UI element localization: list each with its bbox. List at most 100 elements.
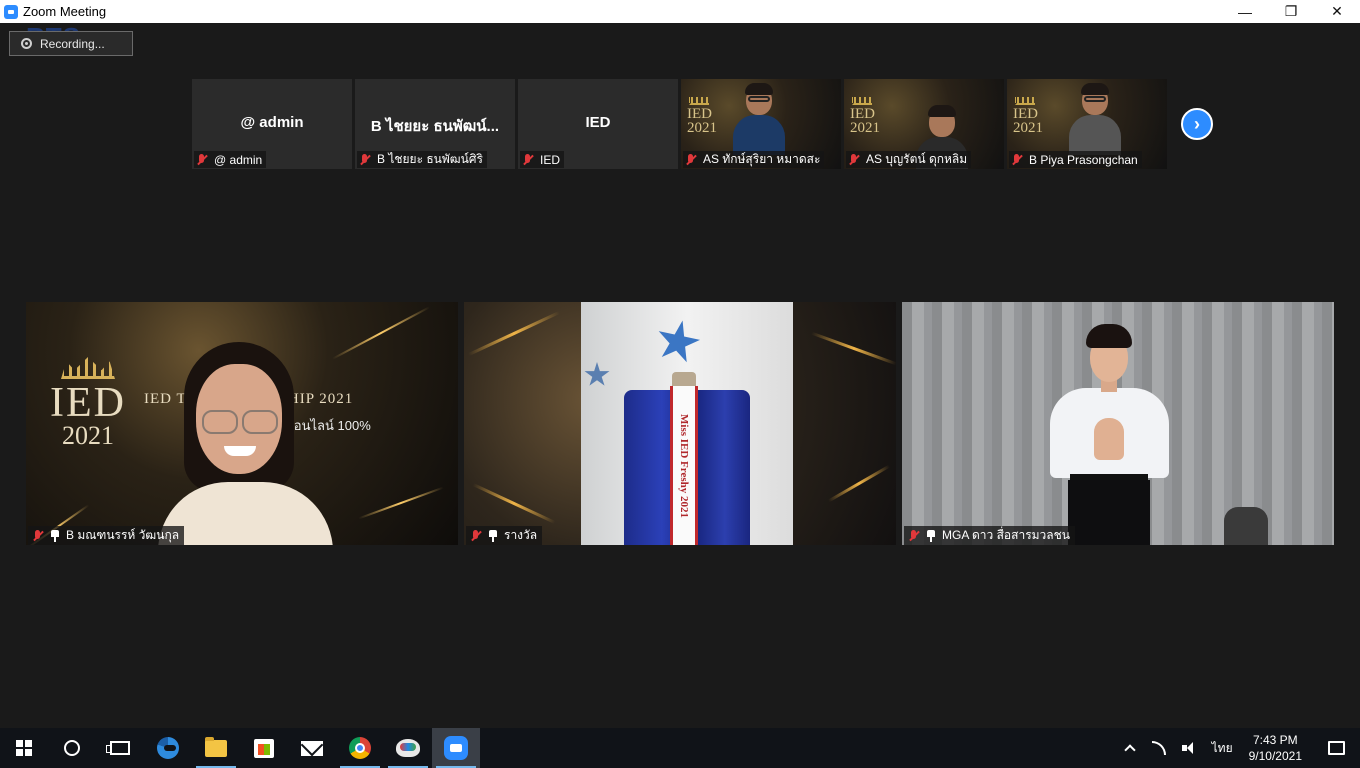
ied-backdrop-logo: IED 2021: [850, 97, 880, 136]
task-view-button[interactable]: [96, 728, 144, 768]
windows-taskbar: ไทย 7:43 PM 9/10/2021: [0, 728, 1360, 768]
system-tray: ไทย 7:43 PM 9/10/2021: [1116, 728, 1360, 768]
light-streak: [811, 331, 896, 366]
window-controls: — ❐ ✕: [1222, 0, 1360, 23]
next-page-button[interactable]: ›: [1181, 108, 1213, 140]
recording-label: Recording...: [40, 36, 105, 51]
participant-label: B Piya Prasongchan: [1009, 151, 1142, 168]
muted-mic-icon: [1011, 153, 1023, 166]
participant-label-text: @ admin: [214, 152, 263, 167]
clock-date: 9/10/2021: [1248, 749, 1302, 763]
pin-icon: [50, 529, 60, 542]
gallery-video-tile[interactable]: IED 2021 IED THE LEADERSHIP 2021 ออนไลน์…: [26, 302, 458, 545]
zoom-app[interactable]: [432, 728, 480, 768]
show-hidden-icons-icon[interactable]: [1123, 744, 1136, 756]
pin-icon: [926, 529, 936, 542]
participant-person: [158, 342, 333, 545]
participant-label: รางวัล: [466, 526, 543, 545]
light-streak: [827, 464, 891, 503]
close-button[interactable]: ✕: [1314, 0, 1360, 23]
chair: [1224, 507, 1268, 545]
start-button[interactable]: [0, 728, 48, 768]
gallery-video-tile[interactable]: Miss IED Freshy 2021 รางวัล: [464, 302, 896, 545]
muted-mic-icon: [470, 529, 482, 542]
award-sash: Miss IED Freshy 2021: [670, 386, 698, 545]
participant-label: MGA ดาว สื่อสารมวลชน: [904, 526, 1075, 545]
participant-label-text: MGA ดาว สื่อสารมวลชน: [942, 528, 1070, 542]
file-explorer-app[interactable]: [192, 728, 240, 768]
volume-icon[interactable]: [1181, 742, 1198, 754]
ied-backdrop-logo: IED 2021: [687, 97, 717, 136]
paint-icon: [396, 739, 420, 757]
windows-logo-icon: [16, 740, 32, 756]
muted-mic-icon: [196, 153, 208, 166]
chrome-icon: [349, 737, 371, 759]
participant-label-text: รางวัล: [504, 528, 538, 542]
participant-label: @ admin: [194, 151, 267, 168]
light-streak: [468, 311, 560, 356]
participant-label-text: IED: [540, 152, 561, 167]
edge-icon: [157, 737, 179, 759]
participant-name: B ไชยยะ ธนพัฒน์...: [370, 118, 500, 135]
folder-icon: [205, 736, 227, 757]
participant-person: [1042, 324, 1177, 545]
participant-label: B มณฑนรรห์ วัฒนกุล: [28, 526, 185, 545]
muted-mic-icon: [32, 529, 44, 542]
ied-backdrop-logo: IED 2021: [1013, 97, 1043, 136]
participant-label-text: B มณฑนรรห์ วัฒนกุล: [66, 528, 180, 542]
participant-video-thumbnail[interactable]: IED 2021 B Piya Prasongchan: [1007, 79, 1167, 169]
participant-label: B ไชยยะ ธนพัฒน์ศิริ: [357, 151, 487, 168]
light-streak: [331, 306, 431, 360]
light-streak: [472, 483, 556, 524]
store-app[interactable]: [240, 728, 288, 768]
maximize-button[interactable]: ❐: [1268, 0, 1314, 23]
zoom-app-icon: [4, 4, 18, 19]
action-center-button[interactable]: [1312, 728, 1360, 768]
wifi-icon[interactable]: [1151, 741, 1166, 755]
pin-icon: [488, 529, 498, 542]
participant-label-text: B ไชยยะ ธนพัฒน์ศิริ: [377, 152, 483, 166]
participant-person: [733, 83, 785, 155]
gallery-video-tile[interactable]: MGA ดาว สื่อสารมวลชน: [902, 302, 1334, 545]
participant-label-text: AS ทักษ์สุริยา หมาดสะ: [703, 152, 821, 166]
participant-thumbnail[interactable]: @ admin @ admin: [192, 79, 352, 169]
search-button[interactable]: [48, 728, 96, 768]
minimize-button[interactable]: —: [1222, 0, 1268, 23]
participant-label: IED: [520, 151, 565, 168]
participant-label-text: AS บุญรัตน์ ดุกหลิม: [866, 152, 968, 166]
participant-video-thumbnail[interactable]: IED 2021 AS บุญรัตน์ ดุกหลิม: [844, 79, 1004, 169]
search-icon: [64, 740, 80, 756]
notification-icon: [1327, 741, 1345, 755]
participant-name: IED: [585, 114, 611, 131]
participant-video-thumbnail[interactable]: IED 2021 AS ทักษ์สุริยา หมาดสะ: [681, 79, 841, 169]
mail-icon: [301, 740, 323, 756]
window-title: Zoom Meeting: [23, 4, 107, 19]
light-streak: [358, 486, 444, 520]
participant-label-text: B Piya Prasongchan: [1029, 152, 1138, 167]
paint-app[interactable]: [384, 728, 432, 768]
chevron-right-icon: ›: [1194, 113, 1200, 134]
title-bar: Zoom Meeting — ❐ ✕: [0, 0, 1360, 23]
muted-mic-icon: [908, 529, 920, 542]
recording-icon: [21, 38, 32, 49]
participant-label: AS บุญรัตน์ ดุกหลิม: [846, 151, 972, 168]
participant-name: @ admin: [240, 114, 304, 131]
recording-indicator[interactable]: Recording...: [9, 31, 133, 56]
muted-mic-icon: [848, 153, 860, 166]
clock[interactable]: 7:43 PM 9/10/2021: [1239, 732, 1312, 764]
muted-mic-icon: [359, 153, 371, 166]
zoom-icon: [444, 736, 468, 760]
participant-thumbnail[interactable]: B ไชยยะ ธนพัฒน์... B ไชยยะ ธนพัฒน์ศิริ: [355, 79, 515, 169]
participant-thumbnail[interactable]: IED IED: [518, 79, 678, 169]
participant-label: AS ทักษ์สุริยา หมาดสะ: [683, 151, 825, 168]
ied-2021-logo: IED 2021: [50, 357, 126, 449]
muted-mic-icon: [685, 153, 697, 166]
chrome-app[interactable]: [336, 728, 384, 768]
mail-app[interactable]: [288, 728, 336, 768]
task-view-icon: [106, 741, 130, 755]
clock-time: 7:43 PM: [1252, 733, 1298, 747]
input-language[interactable]: ไทย: [1206, 739, 1239, 758]
store-icon: [254, 738, 274, 758]
muted-mic-icon: [522, 153, 534, 166]
edge-app[interactable]: [144, 728, 192, 768]
